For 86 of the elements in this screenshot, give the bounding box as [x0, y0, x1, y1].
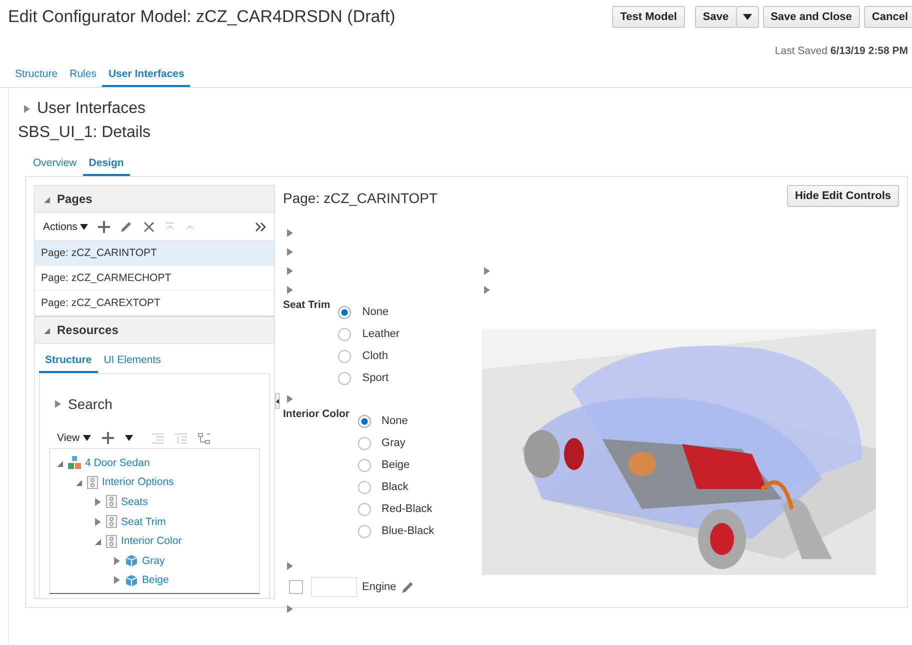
radio-button[interactable] — [358, 458, 371, 472]
tab[interactable]: Rules — [64, 66, 102, 87]
toolbar-button[interactable]: Test Model — [612, 6, 685, 28]
field-label: Seat Trim — [283, 299, 330, 313]
tab[interactable]: Design — [82, 155, 130, 176]
radio-label: None — [362, 306, 389, 318]
collapsed-icon[interactable] — [23, 104, 31, 114]
tab[interactable]: Overview — [27, 155, 83, 176]
page-list-item[interactable]: Page: zCZ_CARMECHOPT — [35, 266, 274, 291]
actions-menu[interactable]: Actions — [43, 220, 88, 232]
radio-button[interactable] — [358, 414, 371, 428]
panel-title: Pages — [57, 192, 92, 206]
add-icon[interactable] — [102, 432, 114, 444]
toolbar-button[interactable]: Cancel — [864, 6, 912, 28]
section-heading[interactable]: User Interfaces — [37, 100, 146, 118]
page-heading: Page: zCZ_CARINTOPT — [283, 190, 438, 206]
hide-edit-controls-button[interactable]: Hide Edit Controls — [787, 185, 899, 207]
page-list-item[interactable]: Page: zCZ_CARINTOPT — [35, 241, 274, 266]
page-title: Edit Configurator Model: zCZ_CAR4DRSDN (Draft) — [8, 7, 396, 27]
add-icon[interactable] — [98, 220, 110, 232]
tree-item[interactable]: Interior Options — [102, 476, 174, 488]
tree-item[interactable]: Beige — [142, 574, 169, 586]
radio-label: Red-Black — [382, 503, 432, 515]
caret-icon — [742, 14, 752, 20]
radio-label: Black — [382, 481, 408, 493]
feature-icon — [106, 495, 117, 508]
radio-label: Blue-Black — [382, 525, 434, 537]
field-label: Engine — [362, 581, 396, 593]
feature-icon — [87, 476, 98, 489]
caret-icon — [82, 435, 91, 441]
collapsed-icon[interactable] — [286, 560, 294, 570]
radio-button[interactable] — [358, 480, 371, 494]
radio-button[interactable] — [338, 328, 352, 340]
radio-label: Sport — [362, 372, 389, 384]
overflow-icon[interactable] — [255, 222, 266, 232]
tab[interactable]: UI Elements — [98, 352, 167, 373]
view-menu[interactable]: View — [57, 432, 91, 444]
tab[interactable]: Structure — [9, 66, 64, 87]
hierarchy-icon[interactable] — [198, 432, 210, 444]
field-label: Interior Color — [283, 408, 350, 422]
collapsed-icon[interactable] — [54, 399, 62, 409]
search-heading[interactable]: Search — [68, 396, 112, 412]
radio-button[interactable] — [338, 306, 352, 318]
feature-icon — [106, 515, 117, 528]
tree-item[interactable]: Interior Color — [121, 535, 182, 548]
collapsed-icon[interactable] — [113, 556, 121, 566]
details-title: SBS_UI_1: Details — [18, 124, 152, 142]
radio-label: Beige — [382, 459, 410, 471]
cube-icon — [125, 554, 138, 568]
collapsed-icon[interactable] — [94, 516, 102, 527]
collapsed-icon[interactable] — [94, 496, 102, 507]
tree-item[interactable]: Gray — [142, 554, 165, 567]
tab[interactable]: Structure — [39, 352, 98, 373]
collapsed-icon[interactable] — [286, 394, 294, 404]
last-saved-time: 6/13/19 2:58 PM — [830, 45, 908, 57]
radio-button[interactable] — [358, 502, 371, 516]
caret-icon[interactable] — [124, 435, 133, 441]
radio-button[interactable] — [338, 350, 352, 362]
dropdown-button[interactable] — [736, 6, 759, 28]
feature-icon — [106, 534, 117, 548]
tree-item[interactable]: 4 Door Sedan — [85, 456, 150, 469]
save-button[interactable]: Save — [694, 6, 736, 28]
toolbar-button[interactable]: Save and Close — [762, 6, 860, 28]
delete-icon[interactable] — [143, 220, 156, 232]
radio-button[interactable] — [358, 436, 371, 450]
tree-item[interactable]: Seats — [121, 496, 148, 508]
radio-label: Leather — [362, 328, 400, 340]
radio-label: Gray — [382, 437, 406, 449]
radio-button[interactable] — [358, 524, 371, 538]
radio-label: Cloth — [362, 350, 388, 362]
radio-label: None — [382, 415, 408, 427]
model-icon — [68, 456, 81, 470]
edit-icon[interactable] — [401, 580, 416, 594]
collapsed-icon[interactable] — [113, 575, 121, 586]
collapse-handle[interactable] — [275, 393, 280, 409]
checkbox[interactable] — [289, 580, 303, 594]
tab[interactable]: User Interfaces — [102, 66, 190, 87]
caret-icon — [80, 224, 88, 230]
tree-item[interactable]: Seat Trim — [121, 516, 166, 528]
edit-icon[interactable] — [120, 220, 134, 233]
radio-button[interactable] — [338, 372, 352, 384]
input-field[interactable] — [311, 577, 357, 597]
last-saved-label: Last Saved — [774, 45, 828, 57]
panel-title: Resources — [57, 323, 118, 337]
collapsed-icon[interactable] — [286, 604, 294, 614]
cube-icon — [125, 574, 138, 587]
